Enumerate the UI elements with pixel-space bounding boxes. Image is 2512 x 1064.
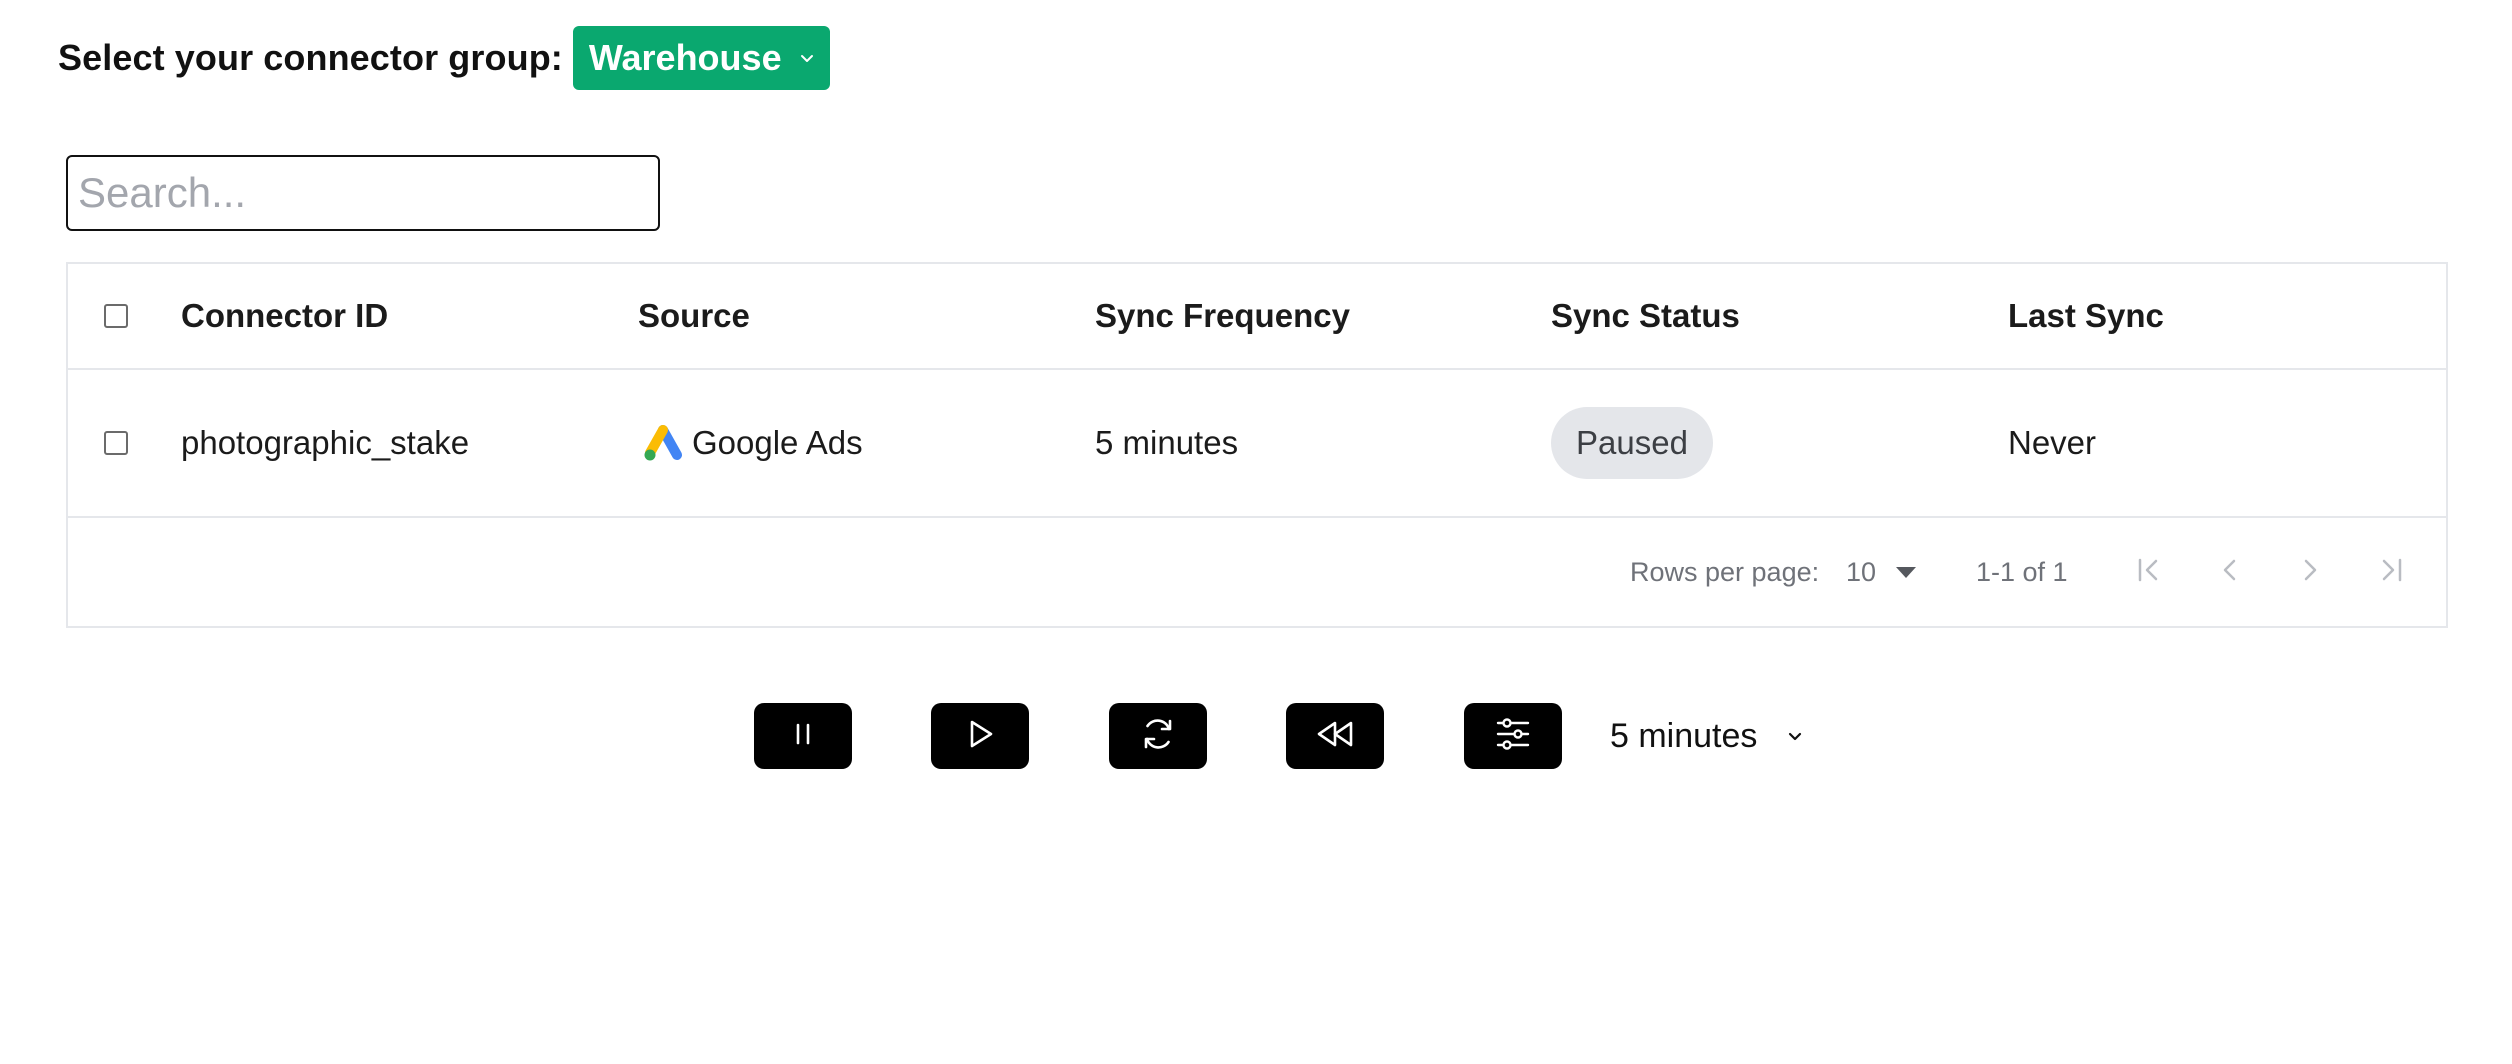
sync-frequency-select[interactable]: 5 minutes <box>1610 703 1805 769</box>
column-header-last-sync[interactable]: Last Sync <box>2008 264 2164 368</box>
last-sync: Never <box>2008 424 2097 461</box>
play-button[interactable] <box>931 703 1029 769</box>
first-page-icon <box>2135 555 2165 590</box>
rewind-button[interactable] <box>1286 703 1384 769</box>
connector-group-select[interactable]: Warehouse <box>572 26 830 90</box>
header-checkbox-cell <box>104 264 128 368</box>
pagination: Rows per page: 10 1-1 of 1 <box>68 518 2446 626</box>
connectors-table: Connector ID Source Sync Frequency Sync … <box>66 262 2448 628</box>
rewind-icon <box>1311 715 1359 758</box>
column-header-label: Source <box>638 297 750 334</box>
row-checkbox[interactable] <box>104 431 128 455</box>
connector-id-cell: photographic_stake <box>181 370 469 516</box>
column-header-label: Last Sync <box>2008 297 2164 334</box>
google-ads-icon <box>642 424 684 462</box>
next-page-button[interactable] <box>2288 550 2332 594</box>
column-header-label: Sync Status <box>1551 297 1740 334</box>
pause-icon <box>786 717 820 756</box>
sync-frequency-cell: 5 minutes <box>1095 370 1238 516</box>
sync-status-cell: Paused <box>1551 370 1713 516</box>
pagination-range: 1-1 of 1 <box>1976 556 2068 587</box>
column-header-sync-frequency[interactable]: Sync Frequency <box>1095 264 1350 368</box>
first-page-button[interactable] <box>2128 550 2172 594</box>
sync-frequency-value: 5 minutes <box>1610 716 1758 755</box>
last-page-icon <box>2375 555 2405 590</box>
settings-button[interactable] <box>1464 703 1562 769</box>
chevron-down-icon <box>798 49 816 67</box>
row-checkbox-cell <box>104 370 128 516</box>
search-input[interactable] <box>66 155 660 231</box>
column-header-label: Sync Frequency <box>1095 297 1350 334</box>
play-icon <box>961 715 999 758</box>
connector-group-header: Select your connector group: Warehouse <box>58 26 830 90</box>
rows-per-page-label: Rows per page: <box>1630 556 1820 587</box>
pause-button[interactable] <box>754 703 852 769</box>
chevron-left-icon <box>2215 555 2245 590</box>
status-badge: Paused <box>1551 407 1713 479</box>
select-all-checkbox[interactable] <box>104 304 128 328</box>
table-row[interactable]: photographic_stake Google Ads 5 minutes … <box>68 370 2446 518</box>
sync-button[interactable] <box>1109 703 1207 769</box>
connector-group-label: Select your connector group: <box>58 37 563 78</box>
column-header-sync-status[interactable]: Sync Status <box>1551 264 1740 368</box>
source-name: Google Ads <box>692 424 863 461</box>
rows-per-page-select[interactable]: 10 <box>1846 518 1917 626</box>
sync-icon <box>1136 712 1180 761</box>
table-header-row: Connector ID Source Sync Frequency Sync … <box>68 264 2446 370</box>
connector-group-value: Warehouse <box>588 37 782 78</box>
connector-id: photographic_stake <box>181 424 470 461</box>
last-sync-cell: Never <box>2008 370 2096 516</box>
column-header-source[interactable]: Source <box>638 264 750 368</box>
rows-per-page-value: 10 <box>1846 556 1877 587</box>
column-header-connector-id[interactable]: Connector ID <box>181 264 388 368</box>
chevron-down-icon <box>1785 726 1805 746</box>
previous-page-button[interactable] <box>2208 550 2252 594</box>
last-page-button[interactable] <box>2368 550 2412 594</box>
column-header-label: Connector ID <box>181 297 389 334</box>
caret-down-icon <box>1896 566 1917 578</box>
source-cell: Google Ads <box>638 370 863 516</box>
sync-frequency: 5 minutes <box>1095 424 1239 461</box>
chevron-right-icon <box>2295 555 2325 590</box>
sliders-icon <box>1493 714 1533 759</box>
